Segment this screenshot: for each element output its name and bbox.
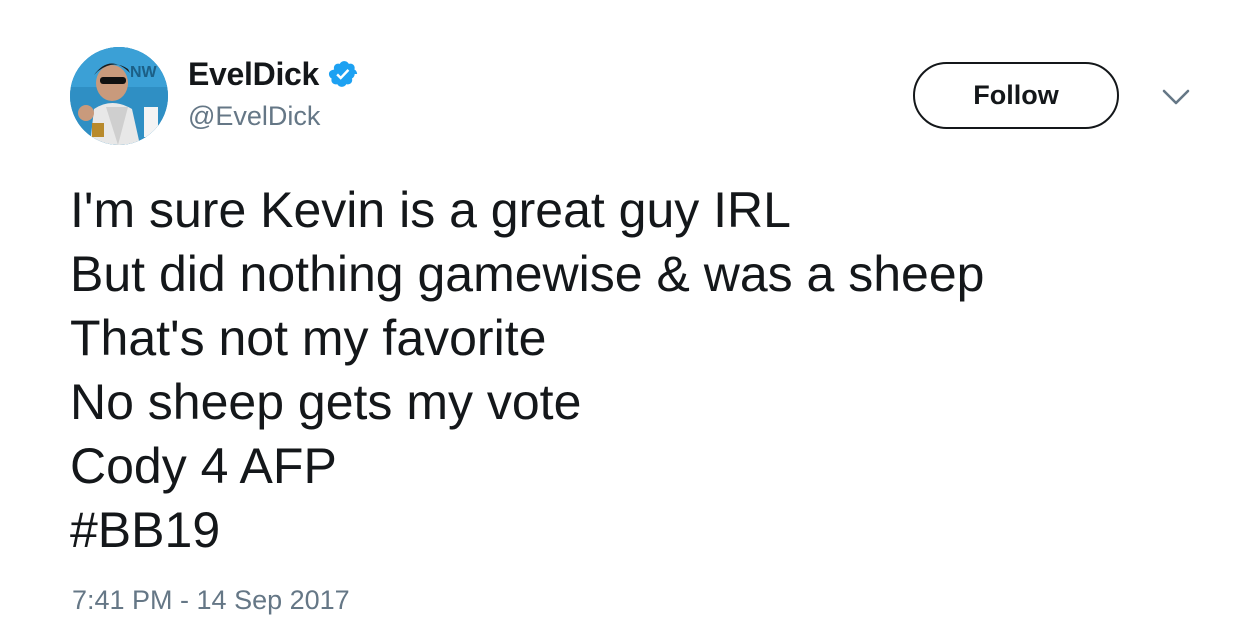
tweet-card: NW EvelDick @EvelDick Follow I'm sure Ke… xyxy=(0,0,1246,636)
svg-text:NW: NW xyxy=(130,64,158,81)
display-name-row: EvelDick xyxy=(188,52,358,96)
tweet-line: I'm sure Kevin is a great guy IRL xyxy=(70,182,791,238)
user-info: EvelDick @EvelDick xyxy=(188,52,358,132)
avatar[interactable]: NW xyxy=(70,47,168,145)
user-handle[interactable]: @EvelDick xyxy=(188,101,358,132)
tweet-line: But did nothing gamewise & was a sheep xyxy=(70,246,985,302)
tweet-line: No sheep gets my vote xyxy=(70,374,582,430)
display-name[interactable]: EvelDick xyxy=(188,56,319,93)
tweet-line: Cody 4 AFP xyxy=(70,438,337,494)
tweet-text: I'm sure Kevin is a great guy IRL But di… xyxy=(70,178,1220,562)
profile-photo-icon: NW xyxy=(70,47,168,145)
follow-button[interactable]: Follow xyxy=(913,62,1119,129)
chevron-down-icon[interactable] xyxy=(1158,82,1194,112)
tweet-timestamp[interactable]: 7:41 PM - 14 Sep 2017 xyxy=(72,585,350,616)
hashtag-link[interactable]: #BB19 xyxy=(70,502,220,558)
tweet-line: That's not my favorite xyxy=(70,310,547,366)
verified-badge-icon xyxy=(328,59,358,89)
